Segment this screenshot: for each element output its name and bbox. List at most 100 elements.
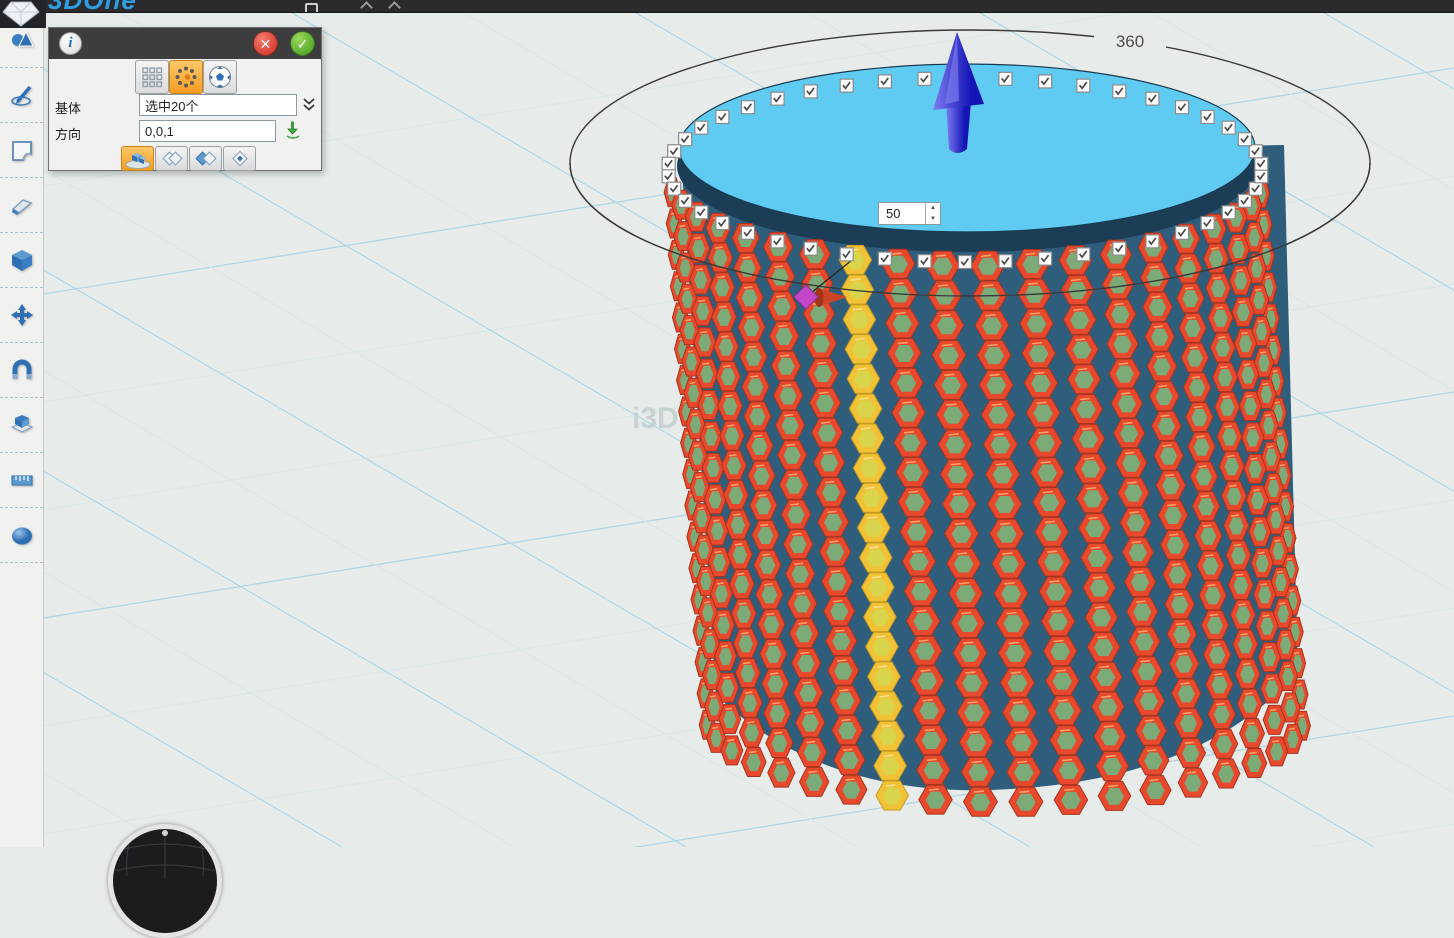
instance-checkbox[interactable] [1222,206,1235,219]
linear-pattern-icon [141,66,163,88]
instance-count-value[interactable]: 50 [879,203,925,224]
instance-checkbox[interactable] [1039,252,1052,265]
instance-checkbox[interactable] [1077,248,1090,261]
instance-checkbox[interactable] [668,182,681,195]
spherical-pattern-button[interactable] [203,60,237,94]
instance-checkbox[interactable] [918,255,931,268]
combine-boxes-icon [9,412,35,438]
instance-checkbox[interactable] [1249,145,1262,158]
pattern-dialog: i ✕ ✓ 基体 [48,27,322,171]
instance-checkbox[interactable] [741,226,754,239]
instance-checkbox[interactable] [695,206,708,219]
info-icon[interactable]: i [59,32,82,55]
instance-checkbox[interactable] [804,242,817,255]
instance-checkbox[interactable] [878,75,891,88]
tool-solid-edit[interactable] [0,233,43,288]
tool-move[interactable] [0,288,43,343]
instance-checkbox[interactable] [959,256,972,269]
instance-checkbox[interactable] [1201,217,1214,230]
linear-pattern-button[interactable] [135,60,169,94]
instance-checkbox[interactable] [1146,92,1159,105]
instance-toggle-2-button[interactable] [155,146,188,171]
sphere-icon [9,522,35,548]
instance-checkbox[interactable] [716,110,729,123]
tool-material[interactable] [0,508,43,563]
tool-edit-sketch[interactable] [0,123,43,178]
instance-checkbox[interactable] [1255,170,1268,183]
instance-checkbox[interactable] [1113,85,1126,98]
tool-measure[interactable] [0,453,43,508]
instance-checkbox[interactable] [999,72,1012,85]
instance-checkbox[interactable] [1113,242,1126,255]
instance-checkbox[interactable] [679,194,692,207]
instance-checkbox[interactable] [679,133,692,146]
instance-checkbox[interactable] [716,217,729,230]
instance-checkbox[interactable] [1238,194,1251,207]
instance-checkbox[interactable] [662,157,675,170]
tool-sketch[interactable] [0,68,43,123]
tool-eraser[interactable] [0,178,43,233]
instance-count-spinner[interactable]: 50 ▲ ▼ [878,202,941,225]
tool-palette [0,13,44,847]
cube-icon [9,247,35,273]
circular-pattern-button[interactable] [169,60,203,94]
eraser-icon [9,192,35,218]
diamond-dot-icon [228,150,252,168]
instance-checkbox[interactable] [1249,182,1262,195]
cancel-button[interactable]: ✕ [253,31,278,56]
instance-checkbox[interactable] [1238,133,1251,146]
redo-icon[interactable] [388,1,401,13]
instance-toggle-4-button[interactable] [223,146,256,171]
pattern-geometry-icon [125,149,151,169]
expand-chevrons-icon[interactable] [302,97,316,117]
instance-checkbox[interactable] [804,85,817,98]
soccer-ball-icon [208,65,232,89]
instance-checkbox[interactable] [840,79,853,92]
instance-checkbox[interactable] [918,72,931,85]
app-logo-gem [0,0,46,28]
app-logo: 3DOne [48,0,137,13]
save-icon[interactable] [305,3,318,13]
instance-checkbox[interactable] [1255,157,1268,170]
dialog-header [49,28,321,59]
basic-solids-icon [9,27,35,53]
title-bar: 3DOne [0,0,1454,13]
instance-checkbox[interactable] [1201,110,1214,123]
tool-assembly-magnet[interactable] [0,343,43,398]
view-navigator-wheel[interactable] [108,824,222,938]
instance-checkbox[interactable] [1222,121,1235,134]
instance-checkbox[interactable] [840,248,853,261]
confirm-button[interactable]: ✓ [290,31,315,56]
base-field-input[interactable] [139,94,297,116]
base-field-label: 基体 [55,98,81,117]
edit-sketch-icon [9,137,35,163]
instance-checkbox[interactable] [771,235,784,248]
direction-field-input[interactable] [139,120,276,142]
undo-icon[interactable] [360,1,373,13]
instance-checkbox[interactable] [1039,75,1052,88]
instance-checkbox[interactable] [999,255,1012,268]
move-arrows-icon [9,302,35,328]
instance-checkbox[interactable] [741,101,754,114]
instance-checkbox[interactable] [668,145,681,158]
two-diamonds-icon [160,150,184,168]
tool-combine[interactable] [0,398,43,453]
direction-field-label: 方向 [55,124,81,143]
ruler-icon [9,467,35,493]
spinner-up-icon[interactable]: ▲ [926,203,940,214]
instance-checkbox[interactable] [1176,226,1189,239]
instance-toggle-3-button[interactable] [189,146,222,171]
pattern-geometry-button[interactable] [121,146,154,171]
instance-checkbox[interactable] [695,121,708,134]
instance-checkbox[interactable] [662,170,675,183]
circular-pattern-icon [174,65,198,89]
pick-direction-icon[interactable] [285,121,301,144]
instance-checkbox[interactable] [1146,235,1159,248]
instance-checkbox[interactable] [878,252,891,265]
magnet-icon [9,357,35,383]
spinner-down-icon[interactable]: ▼ [926,214,940,225]
instance-checkbox[interactable] [1176,101,1189,114]
pattern-angle-dimension: 360 [1094,29,1166,55]
instance-checkbox[interactable] [1077,79,1090,92]
instance-checkbox[interactable] [771,92,784,105]
